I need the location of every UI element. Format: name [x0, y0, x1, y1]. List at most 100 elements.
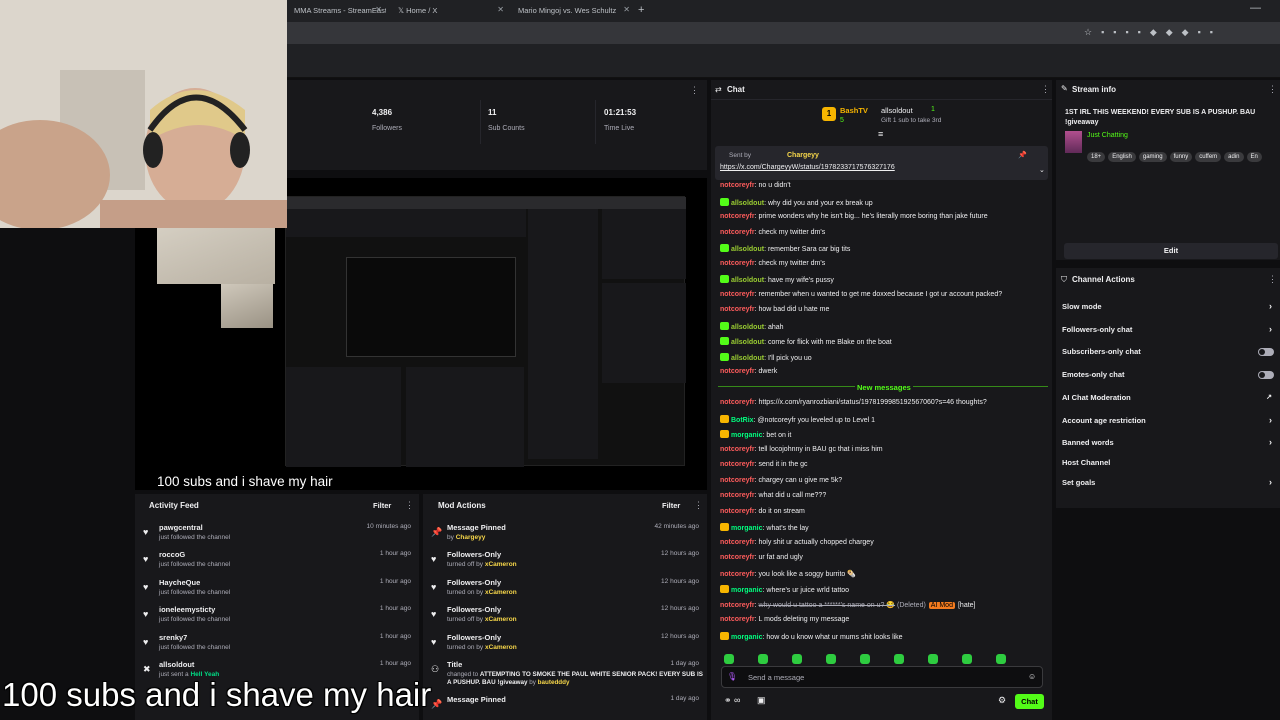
new-messages-label[interactable]: New messages — [855, 383, 913, 392]
emote-icon[interactable] — [894, 654, 904, 664]
emoji-icon[interactable]: ☺ — [1028, 672, 1036, 681]
chat-message[interactable]: notcoreyfr: L mods deleting my message — [720, 616, 849, 623]
tag[interactable]: adin — [1224, 152, 1244, 162]
chevron-right-icon[interactable]: › — [1269, 301, 1272, 311]
mod-row[interactable]: ♥ Followers-Only turned off by xCameron … — [423, 548, 707, 575]
emote-icon[interactable] — [758, 654, 768, 664]
tag[interactable]: funny — [1169, 152, 1193, 162]
chat-message[interactable]: allsoldout: have my wife's pussy — [720, 275, 834, 284]
mod-row[interactable]: ♥ Followers-Only turned off by xCameron … — [423, 603, 707, 630]
chat-username[interactable]: notcoreyfr — [720, 571, 755, 578]
leader2-name[interactable]: allsoldout — [881, 106, 913, 115]
activity-user[interactable]: ioneleemysticty — [159, 605, 215, 614]
chat-username[interactable]: notcoreyfr — [720, 229, 755, 236]
chat-message[interactable]: notcoreyfr: do it on stream — [720, 508, 805, 515]
toggle-switch[interactable] — [1258, 348, 1274, 356]
emote-icon[interactable] — [962, 654, 972, 664]
chat-send-button[interactable]: Chat — [1015, 694, 1044, 709]
leader1-name[interactable]: BashTV — [840, 106, 868, 115]
chat-username[interactable]: morganic — [731, 525, 763, 532]
new-tab-icon[interactable]: + — [638, 4, 644, 16]
chat-username[interactable]: allsoldout — [731, 339, 764, 346]
mod-row[interactable]: 📌 Message Pinned by Chargeyy 42 minutes … — [423, 521, 707, 548]
chat-username[interactable]: morganic — [731, 634, 763, 641]
channel-action-row[interactable]: Subscribers-only chat — [1062, 347, 1278, 359]
emote-icon[interactable] — [928, 654, 938, 664]
more-icon[interactable]: ⋮ — [1268, 274, 1277, 285]
chat-message[interactable]: morganic: what's the lay — [720, 523, 809, 532]
emote-icon[interactable] — [826, 654, 836, 664]
channel-action-row[interactable]: Host Channel — [1062, 458, 1278, 470]
chat-message[interactable]: notcoreyfr: chargey can u give me 5k? — [720, 477, 842, 484]
activity-row[interactable]: ♥ HaycheQue just followed the channel 1 … — [135, 576, 419, 603]
pin-icon[interactable]: 📌 — [1018, 151, 1027, 159]
emote-icon[interactable] — [792, 654, 802, 664]
chevron-right-icon[interactable]: › — [1269, 415, 1272, 425]
pinned-user[interactable]: Chargeyy — [787, 152, 819, 159]
chat-message[interactable]: notcoreyfr: prime wonders why he isn't b… — [720, 213, 988, 220]
channel-action-row[interactable]: Banned words › — [1062, 437, 1278, 450]
chat-message[interactable]: notcoreyfr: ur fat and ugly — [720, 554, 803, 561]
mod-row[interactable]: 📌 Message Pinned 1 day ago — [423, 693, 707, 720]
chat-username[interactable]: notcoreyfr — [720, 477, 755, 484]
mod-row[interactable]: ♥ Followers-Only turned on by xCameron 1… — [423, 631, 707, 658]
activity-row[interactable]: ♥ ioneleemysticty just followed the chan… — [135, 603, 419, 630]
chat-username[interactable]: notcoreyfr — [720, 213, 755, 220]
activity-row[interactable]: ♥ roccoG just followed the channel 1 hou… — [135, 548, 419, 575]
chat-username[interactable]: morganic — [731, 587, 763, 594]
activity-user[interactable]: srenky7 — [159, 633, 187, 642]
chat-message[interactable]: morganic: bet on it — [720, 430, 791, 439]
category-name[interactable]: Just Chatting — [1087, 132, 1128, 139]
chat-username[interactable]: notcoreyfr — [720, 260, 755, 267]
chevron-right-icon[interactable]: › — [1269, 437, 1272, 447]
browser-tab[interactable]: MMA Streams - StreamEast ✕ — [286, 2, 386, 20]
chat-username[interactable]: notcoreyfr — [720, 182, 755, 189]
chevron-right-icon[interactable]: › — [1269, 324, 1272, 334]
channel-action-row[interactable]: Account age restriction › — [1062, 415, 1278, 428]
chat-message[interactable]: notcoreyfr: dwerk — [720, 368, 777, 375]
activity-row[interactable]: ♥ pawgcentral just followed the channel … — [135, 521, 419, 548]
chat-message[interactable]: BotRix: @notcoreyfr you leveled up to Le… — [720, 414, 875, 424]
tag[interactable]: gaming — [1138, 152, 1167, 162]
emote-icon[interactable] — [860, 654, 870, 664]
activity-row[interactable]: ♥ srenky7 just followed the channel 1 ho… — [135, 631, 419, 658]
chat-username[interactable]: notcoreyfr — [720, 492, 755, 499]
chat-message[interactable]: morganic: how do u know what ur mums shi… — [720, 631, 903, 641]
chat-username[interactable]: BotRix — [731, 417, 754, 424]
activity-user[interactable]: HaycheQue — [159, 578, 200, 587]
chat-username[interactable]: notcoreyfr — [720, 616, 755, 623]
emote-icon[interactable] — [996, 654, 1006, 664]
chat-message[interactable]: notcoreyfr: https://x.com/ryanrozbiani/s… — [720, 399, 987, 406]
tag[interactable]: cuffem — [1195, 152, 1222, 162]
scroll-toggle-icon[interactable]: ≡ — [878, 129, 883, 139]
chat-username[interactable]: notcoreyfr — [720, 461, 755, 468]
external-link-icon[interactable]: ↗ — [1266, 393, 1272, 401]
chat-username[interactable]: notcoreyfr — [720, 399, 755, 406]
chat-message[interactable]: allsoldout: why did you and your ex brea… — [720, 197, 873, 207]
chat-username[interactable]: allsoldout — [731, 246, 764, 253]
more-icon[interactable]: ⋮ — [690, 85, 699, 96]
browser-tab[interactable]: Mario Mingoj vs. Wes Schultz ✕ — [510, 2, 634, 20]
chat-message[interactable]: notcoreyfr: how bad did u hate me — [720, 306, 829, 313]
mod-row[interactable]: ♥ Followers-Only turned on by xCameron 1… — [423, 576, 707, 603]
chat-message[interactable]: allsoldout: come for flick with me Blake… — [720, 337, 892, 346]
chat-username[interactable]: allsoldout — [731, 277, 764, 284]
chat-message[interactable]: morganic: where's ur juice wrld tattoo — [720, 585, 849, 594]
chat-message[interactable]: notcoreyfr: holy shit ur actually choppe… — [720, 539, 874, 546]
close-icon[interactable]: ✕ — [623, 5, 630, 14]
channel-action-row[interactable]: Set goals › — [1062, 477, 1278, 490]
chat-message[interactable]: notcoreyfr: send it in the gc — [720, 461, 808, 468]
more-icon[interactable]: ⋮ — [1268, 84, 1277, 95]
chat-username[interactable]: notcoreyfr — [720, 602, 755, 609]
channel-action-row[interactable]: Followers-only chat › — [1062, 324, 1278, 337]
chat-message[interactable]: notcoreyfr: no u didn't — [720, 182, 791, 189]
tag[interactable]: English — [1108, 152, 1136, 162]
tag[interactable]: 18+ — [1087, 152, 1106, 162]
more-icon[interactable]: ⋮ — [694, 500, 703, 511]
chat-username[interactable]: notcoreyfr — [720, 554, 755, 561]
pinned-link[interactable]: https://x.com/ChargeyyW/status/197823371… — [720, 164, 895, 171]
chat-username[interactable]: notcoreyfr — [720, 368, 755, 375]
chevron-right-icon[interactable]: › — [1269, 477, 1272, 487]
more-icon[interactable]: ⋮ — [1041, 84, 1050, 95]
close-icon[interactable]: ✕ — [375, 5, 382, 14]
